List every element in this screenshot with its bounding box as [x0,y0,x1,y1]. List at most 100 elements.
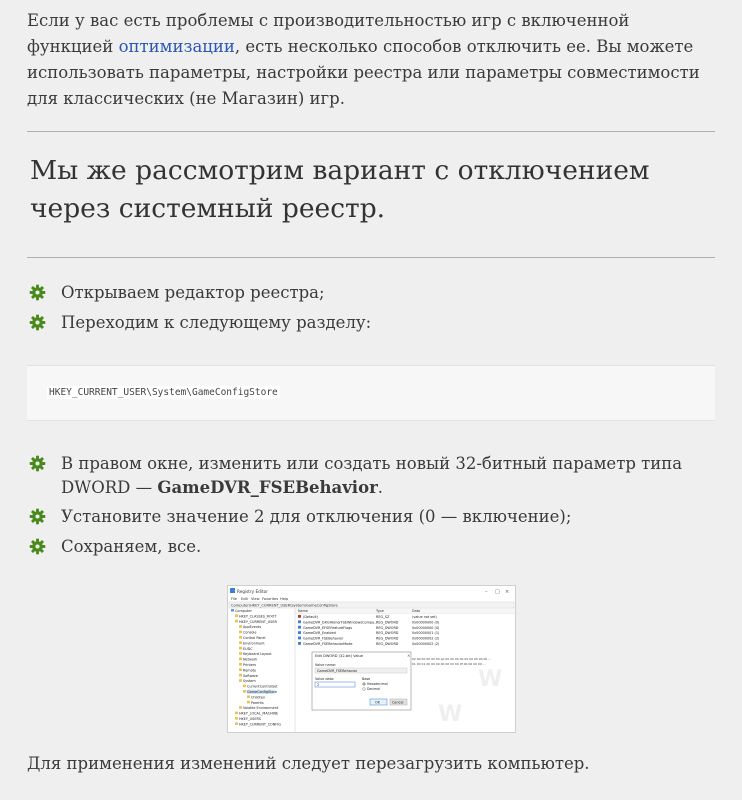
base-label: Base [362,677,370,681]
optimization-link[interactable]: оптимизации [119,37,235,56]
intro-paragraph: Если у вас есть проблемы с производитель… [27,8,717,112]
folder-icon [239,668,242,671]
tree-item[interactable]: Keyboard Layout [243,652,272,656]
address-bar[interactable]: Computer\HKEY_CURRENT_USER\System\GameCo… [231,604,339,608]
folder-icon [243,684,246,688]
menu-item[interactable]: Help [280,597,289,601]
registry-value-name[interactable]: GameDVR_FSEBehaviorMode [303,642,353,646]
svg-text:W: W [478,667,502,692]
tree-item[interactable]: Console [243,631,256,635]
final-note: Для применения изменений следует перезаг… [27,754,590,773]
svg-text:×: × [505,589,509,595]
svg-text:01 00 01 00 00 00 00 00 00 00: 01 00 01 00 00 00 00 00 00 00 0f 00 00 0… [412,662,486,666]
value-name-field[interactable]: GameDVR_FSEBehavior [317,669,358,673]
registry-value-data[interactable]: 0x00000000 (0) [412,626,440,630]
list-item: Переходим к следующему разделу: [27,311,717,335]
tree-item[interactable]: HKEY_CURRENT_USER [239,620,277,624]
gear-icon [29,538,46,555]
tree-item[interactable]: HKEY_LOCAL_MACHINE [239,712,278,716]
registry-value-name[interactable]: GameDVR_Enabled [303,631,336,635]
tree-item[interactable]: Network [243,658,257,662]
svg-text:W: W [438,702,462,727]
tree-item[interactable]: GameConfigStore [247,690,277,694]
step-text: Переходим к следующему разделу: [61,313,372,332]
registry-value-data[interactable]: 0x00000002 (2) [412,637,440,641]
tree-item[interactable]: HKEY_CURRENT_CONFIG [239,722,281,726]
folder-icon [235,619,238,623]
tree-item[interactable]: Parents [251,701,264,705]
tree-item[interactable]: Printers [243,663,256,667]
tree-item[interactable]: Children [251,695,265,699]
gear-icon [29,508,46,525]
folder-icon [239,673,242,677]
registry-value-name[interactable]: GameDVR_DXGIHonorFSEWindowsCompa... [303,620,377,624]
list-item: Установите значение 2 для отключения (0 … [27,505,717,529]
tree-item[interactable]: Environment [243,641,265,645]
decimal-radio[interactable]: Decimal [367,687,380,691]
tree-item[interactable]: HKEY_USERS [239,717,261,721]
dialog-close-icon[interactable]: × [407,653,410,658]
tree-item[interactable]: AppEvents [243,625,261,629]
article-content: Если у вас есть проблемы с производитель… [0,0,742,800]
registry-value-icon [298,642,301,645]
folder-icon [239,657,242,661]
cancel-button[interactable]: Cancel [392,700,404,704]
column-header-type[interactable]: Type [375,609,384,613]
tree-item[interactable]: EUDC [243,647,253,651]
menu-item[interactable]: Favorites [262,597,278,601]
registry-path-code[interactable]: HKEY_CURRENT_USER\System\GameConfigStore [47,386,280,399]
tree-item[interactable]: Remote [243,668,256,672]
folder-icon [247,700,250,704]
menu-item[interactable]: Edit [241,597,249,601]
registry-editor-image: W W W Registry Editor – □ × File Edit Vi… [228,586,515,732]
registry-value-type[interactable]: REG_DWORD [376,626,399,630]
registry-value-type[interactable]: REG_DWORD [376,637,399,641]
registry-value-icon [298,631,301,634]
registry-value-type[interactable]: REG_DWORD [376,620,399,624]
step-text: Открываем редактор реестра; [61,283,325,302]
svg-text:02 00 00 00 00 00 a0 00 00 00: 02 00 00 00 00 00 a0 00 00 00 00 00 00 0… [412,657,491,661]
folder-icon [239,706,242,709]
list-item: В правом окне, изменить или создать новы… [27,452,717,500]
tree-item[interactable]: Computer [235,609,252,613]
step-text: Установите значение 2 для отключения (0 … [61,507,572,526]
tree-item[interactable]: Volatile Environment [243,706,279,710]
list-item: Открываем редактор реестра; [27,281,717,305]
dialog-title: Edit DWORD (32-bit) Value [315,654,364,658]
registry-value-icon [298,615,301,618]
registry-value-type[interactable]: REG_DWORD [376,642,399,646]
registry-value-data[interactable]: 0x00000002 (2) [412,642,440,646]
registry-value-type[interactable]: REG_SZ [376,615,390,619]
registry-value-name[interactable]: (Default) [303,615,319,619]
registry-value-name[interactable]: GameDVR_EFSEFeatureFlags [303,626,352,630]
value-data-field[interactable]: 2 [317,683,319,687]
ok-button[interactable]: OK [375,700,381,704]
folder-icon [235,722,238,725]
registry-value-data[interactable]: 0x00000001 (1) [412,631,440,635]
edit-dword-dialog: Edit DWORD (32-bit) Value × Value name: … [311,651,412,711]
menu-item[interactable]: View [251,597,260,601]
tree-item[interactable]: HKEY_CLASSES_ROOT [239,614,277,618]
column-header-data[interactable]: Data [412,609,420,613]
code-block: HKEY_CURRENT_USER\System\GameConfigStore [27,365,715,421]
folder-icon [235,711,238,715]
registry-value-data[interactable]: (value not set) [412,615,437,619]
registry-value-icon [298,620,301,624]
folder-icon [239,663,242,666]
folder-icon [239,630,242,634]
folder-icon [235,614,238,617]
registry-value-name[interactable]: GameDVR_FSEBehavior [303,637,344,641]
tree-item[interactable]: Control Panel [243,636,266,640]
registry-value-type[interactable]: REG_DWORD [376,631,399,635]
registry-value-data[interactable]: 0x00000000 (0) [412,620,440,624]
menu-item[interactable]: File [231,597,238,601]
tree-item[interactable]: System [243,679,256,683]
tree-item[interactable]: CurrentControlSet [247,685,278,689]
tree-item[interactable]: Software [243,674,258,678]
column-header-name[interactable]: Name [298,609,308,613]
svg-text:□: □ [495,589,500,595]
folder-icon [247,695,250,698]
hexadecimal-radio[interactable]: Hexadecimal [367,682,388,686]
gear-icon [29,455,46,472]
folder-icon [231,609,234,612]
